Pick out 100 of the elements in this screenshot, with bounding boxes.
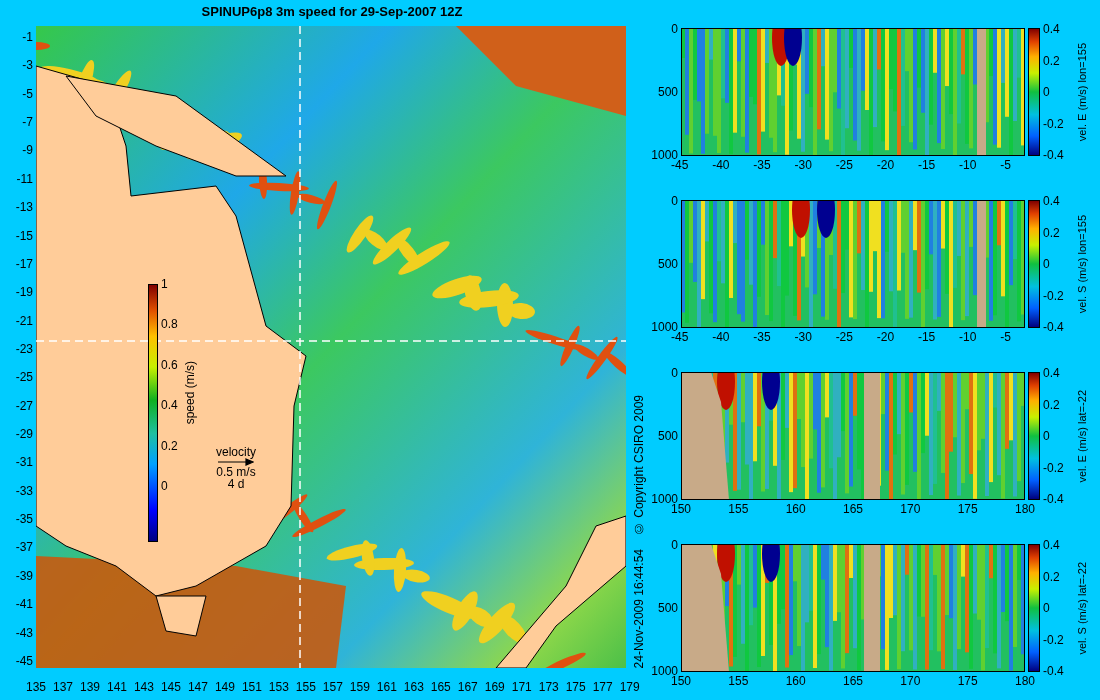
axis-tick-label: 160 <box>785 502 806 514</box>
colorbar-tick-label: 0.2 <box>1043 569 1061 584</box>
axis-tick-label: -40 <box>712 158 730 170</box>
axis-tick-label: 0 <box>671 366 678 380</box>
velocity-label: velocity <box>216 446 256 458</box>
axis-tick-label: -35 <box>15 512 33 527</box>
axis-tick-label: 500 <box>657 601 678 615</box>
colorbar-tick-label: -0.2 <box>1043 632 1065 647</box>
axis-tick-label: -25 <box>835 330 853 342</box>
axis-tick-label: 163 <box>403 680 424 694</box>
axis-tick-label: -27 <box>15 398 33 413</box>
axis-tick-label: 165 <box>843 674 863 686</box>
colorbar-tick-label: 0.4 <box>1043 366 1061 380</box>
axis-tick-label: -37 <box>15 540 33 555</box>
colorbar-tick-label: 0.4 <box>161 398 178 413</box>
axis-tick-label: 500 <box>657 85 678 99</box>
axis-tick-label: -35 <box>753 158 771 170</box>
colorbar-tick-label: 0.2 <box>1043 397 1061 412</box>
axis-tick-label: -1 <box>22 30 33 44</box>
axis-tick-label: 159 <box>349 680 370 694</box>
axis-tick-label: -7 <box>22 115 33 130</box>
axis-tick-label: 155 <box>728 502 749 514</box>
map-title: SPINUP6p8 3m speed for 29-Sep-2007 12Z <box>200 3 464 21</box>
axis-tick-label: 175 <box>957 502 978 514</box>
axis-tick-label: 147 <box>187 680 208 694</box>
axis-tick-label: 179 <box>619 680 640 694</box>
axis-tick-label: -21 <box>15 313 33 328</box>
axis-tick-label: -13 <box>15 200 33 215</box>
axis-tick-label: -11 <box>16 171 33 186</box>
axis-tick-label: 175 <box>565 680 586 694</box>
axis-tick-label: 175 <box>957 674 978 686</box>
colorbar-tick-label: 0.2 <box>1043 225 1061 240</box>
axis-tick-label: 0 <box>671 22 678 36</box>
arrow-icon <box>218 458 254 466</box>
colorbar-label: vel. E (m/s) lon=155 <box>1076 42 1089 142</box>
colorbar-tick-label: -0.4 <box>1043 664 1065 678</box>
axis-tick-label: 149 <box>214 680 235 694</box>
colorbar-tick-label: 0.8 <box>161 317 178 332</box>
colorbar-tick-label: 0.4 <box>1043 194 1061 208</box>
copyright-text: © Copyright CSIRO 2009 <box>632 394 646 535</box>
colorbar-label: vel. S (m/s) lon=155 <box>1076 214 1089 314</box>
axis-tick-label: 500 <box>657 429 678 443</box>
axis-tick-label: -15 <box>15 228 33 243</box>
axis-tick-label: -3 <box>22 58 33 73</box>
colorbar-tick-label: 0.2 <box>161 438 178 453</box>
colorbar-tick-label: -0.2 <box>1043 288 1065 303</box>
axis-tick-label: 167 <box>457 680 478 694</box>
colorbar-tick-label: 0 <box>1043 429 1051 443</box>
axis-tick-label: -20 <box>876 330 895 342</box>
colorbar-tick-label: -0.4 <box>1043 320 1065 334</box>
axis-tick-label: 173 <box>538 680 559 694</box>
axis-tick-label: -39 <box>15 568 33 583</box>
axis-tick-label: -29 <box>15 427 33 442</box>
axis-tick-label: 500 <box>657 257 678 271</box>
axis-tick-label: -45 <box>15 653 33 668</box>
axis-tick-label: -5 <box>22 86 33 101</box>
axis-tick-label: -30 <box>794 330 812 342</box>
axis-tick-label: 171 <box>511 680 532 694</box>
axis-tick-label: -43 <box>15 625 33 640</box>
axis-tick-label: -10 <box>959 158 977 170</box>
colorbar-tick-label: 0.4 <box>1043 538 1061 552</box>
axis-tick-label: 160 <box>785 674 806 686</box>
axis-tick-label: 169 <box>484 680 505 694</box>
axis-tick-label: 155 <box>295 680 316 694</box>
axis-tick-label: -5 <box>1000 158 1011 170</box>
colorbar-tick-label: -0.2 <box>1043 460 1065 475</box>
axis-tick-label: -17 <box>15 256 33 271</box>
axis-tick-label: 170 <box>900 502 921 514</box>
axis-tick-label: 165 <box>430 680 451 694</box>
axis-tick-label: -5 <box>1000 330 1011 342</box>
axis-tick-label: 0 <box>671 538 678 552</box>
timestamp: 24-Nov-2009 16:44:54 <box>632 548 646 668</box>
colorbar-tick-label: 0 <box>161 478 169 493</box>
axis-tick-label: -10 <box>959 330 977 342</box>
axis-tick-label: -15 <box>917 158 936 170</box>
colorbar-label: vel. E (m/s) lat=-22 <box>1076 389 1089 483</box>
axis-tick-label: -19 <box>15 285 33 300</box>
colorbar-tick-label: 0.2 <box>1043 53 1061 68</box>
axis-tick-label: 141 <box>106 680 127 694</box>
axis-tick-label: 0 <box>671 194 678 208</box>
axis-tick-label: -33 <box>15 483 33 498</box>
axis-tick-label: 180 <box>1014 674 1035 686</box>
axis-tick-label: 135 <box>26 680 47 694</box>
axis-tick-label: 177 <box>592 680 613 694</box>
axis-tick-label: 161 <box>376 680 397 694</box>
colorbar-tick-label: -0.4 <box>1043 492 1065 506</box>
velocity-scale: 0.5 m/s <box>216 466 256 478</box>
colorbar-label: vel. S (m/s) lat=-22 <box>1076 561 1089 655</box>
axis-tick-label: 155 <box>728 674 749 686</box>
colorbar-tick-label: -0.2 <box>1043 116 1065 131</box>
axis-tick-label: 157 <box>322 680 343 694</box>
axis-tick-label: 145 <box>160 680 181 694</box>
colorbar-tick-label: 0 <box>1043 85 1051 99</box>
axis-tick-label: -40 <box>712 330 730 342</box>
colorbar-tick-label: -0.4 <box>1043 148 1065 162</box>
axis-tick-label: -15 <box>917 330 936 342</box>
axis-tick-label: -25 <box>15 370 33 385</box>
axis-tick-label: 137 <box>53 680 73 694</box>
axis-tick-label: -25 <box>835 158 853 170</box>
axis-tick-label: 153 <box>268 680 289 694</box>
